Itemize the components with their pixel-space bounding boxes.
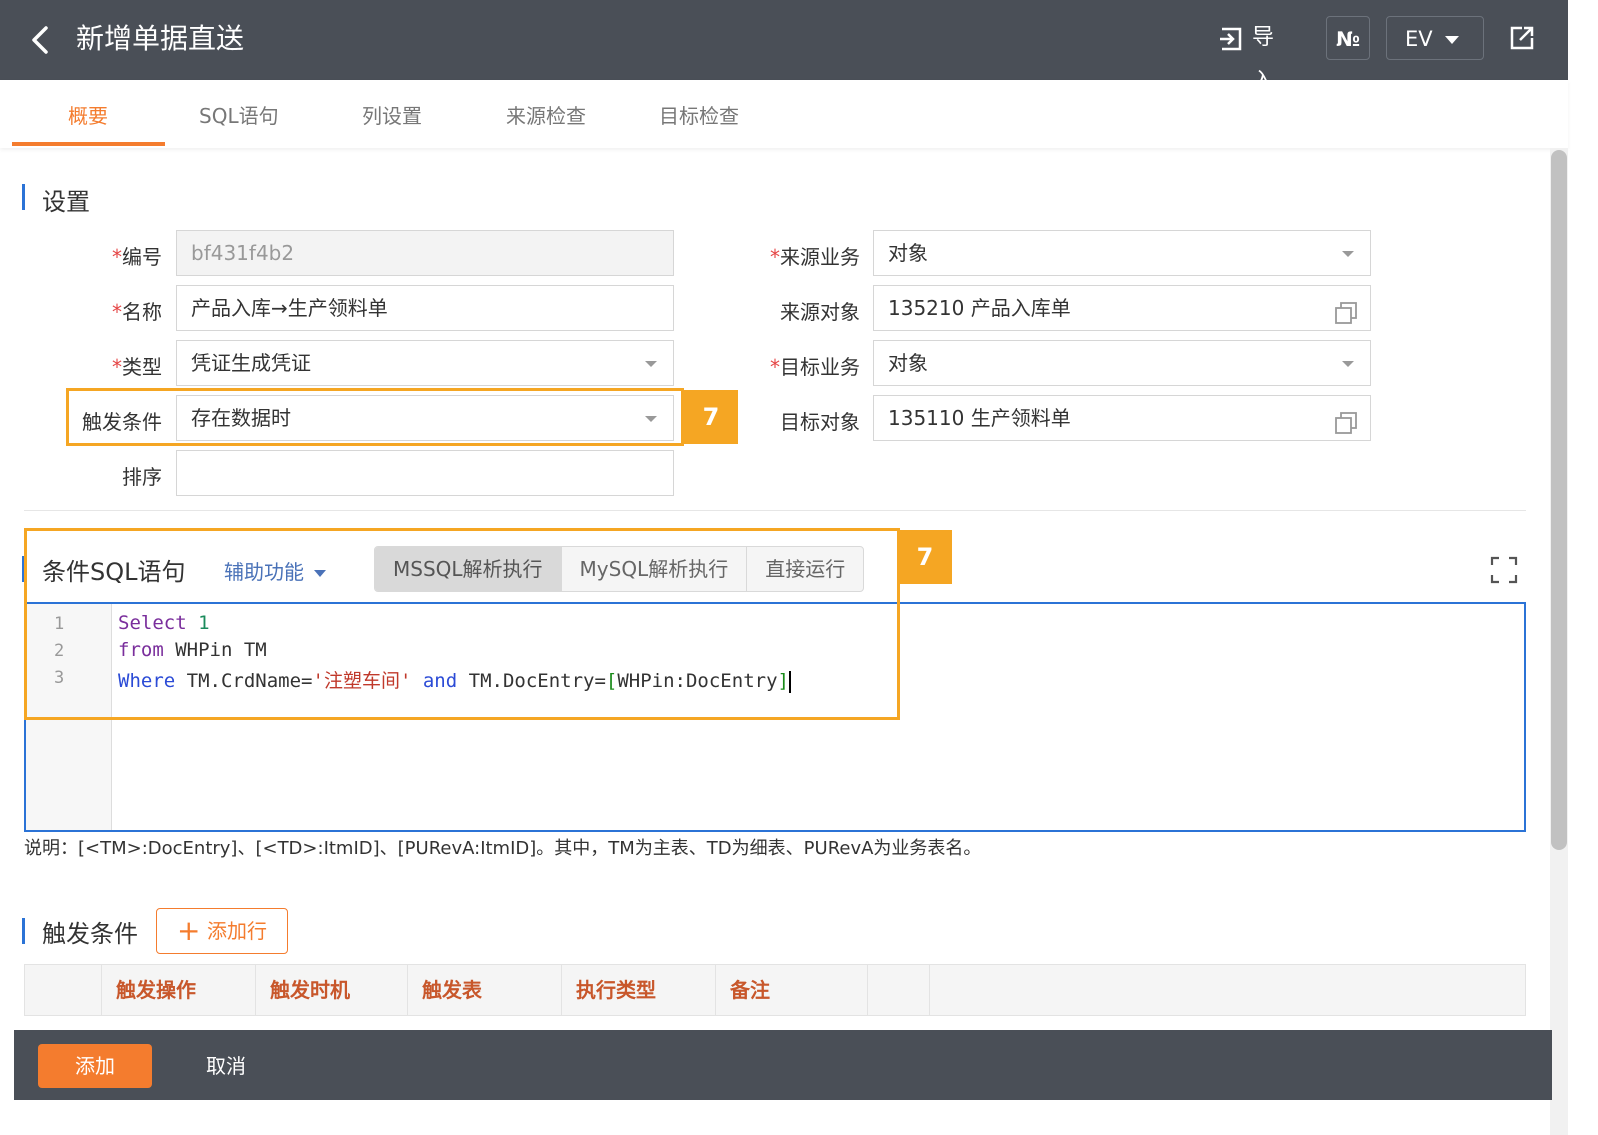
column-header[interactable]: 执行类型 bbox=[561, 965, 715, 1015]
type-select[interactable]: 凭证生成凭证 bbox=[176, 340, 674, 386]
order-label: 排序 bbox=[122, 465, 162, 489]
tab-columns[interactable]: 列设置 bbox=[362, 100, 422, 129]
section-marker bbox=[22, 184, 25, 210]
step-badge: 7 bbox=[684, 390, 738, 444]
dropdown-caret-icon bbox=[1342, 361, 1354, 367]
code-label: *编号 bbox=[112, 245, 162, 269]
add-row-button[interactable]: + 添加行 bbox=[156, 908, 288, 954]
sql-highlight-box bbox=[24, 528, 900, 720]
dropdown-caret-icon bbox=[645, 361, 657, 367]
add-button[interactable]: 添加 bbox=[38, 1044, 152, 1088]
source-biz-label: *来源业务 bbox=[770, 245, 860, 269]
tab-sql[interactable]: SQL语句 bbox=[199, 100, 279, 129]
tab-target-check[interactable]: 目标检查 bbox=[659, 100, 739, 129]
plus-icon: + bbox=[177, 914, 201, 947]
sql-note: 说明：[<TM>:DocEntry]、[<TD>:ItmID]、[PURevA:… bbox=[24, 838, 982, 859]
name-label: *名称 bbox=[112, 300, 162, 324]
back-arrow-icon[interactable] bbox=[26, 22, 56, 58]
tab-source-check[interactable]: 来源检查 bbox=[506, 100, 586, 129]
code-field: bf431f4b2 bbox=[176, 230, 674, 276]
external-link-icon bbox=[1510, 26, 1534, 50]
triggers-title: 触发条件 bbox=[42, 920, 138, 948]
target-obj-label: 目标对象 bbox=[780, 410, 860, 434]
column-header-empty bbox=[867, 965, 929, 1015]
target-biz-select[interactable]: 对象 bbox=[873, 340, 1371, 386]
source-biz-select[interactable]: 对象 bbox=[873, 230, 1371, 276]
source-obj-label: 来源对象 bbox=[780, 300, 860, 324]
share-button[interactable] bbox=[1506, 16, 1540, 60]
target-obj-value: 135110 生产领料单 bbox=[888, 406, 1071, 430]
column-header[interactable]: 触发操作 bbox=[101, 965, 255, 1015]
source-obj-field[interactable]: 135210 产品入库单 bbox=[873, 285, 1371, 331]
target-obj-field[interactable]: 135110 生产领料单 bbox=[873, 395, 1371, 441]
active-tab-indicator bbox=[12, 142, 165, 146]
triggers-table-header: 触发操作 触发时机 触发表 执行类型 备注 bbox=[24, 964, 1526, 1016]
import-icon bbox=[1220, 27, 1242, 51]
target-biz-label: *目标业务 bbox=[770, 355, 860, 379]
section-divider bbox=[24, 510, 1526, 511]
cancel-button[interactable]: 取消 bbox=[206, 1044, 246, 1088]
column-header[interactable]: 备注 bbox=[715, 965, 867, 1015]
dropdown-caret-icon bbox=[1342, 251, 1354, 257]
column-header[interactable]: 触发时机 bbox=[255, 965, 407, 1015]
fullscreen-icon[interactable] bbox=[1490, 556, 1518, 588]
trigger-highlight-box bbox=[66, 388, 684, 446]
column-header-empty bbox=[929, 965, 1525, 1015]
number-button[interactable]: № bbox=[1326, 16, 1370, 60]
ev-label: EV bbox=[1405, 27, 1433, 51]
column-header[interactable]: 触发表 bbox=[407, 965, 561, 1015]
step-badge: 7 bbox=[898, 530, 952, 584]
ev-dropdown[interactable]: EV bbox=[1386, 16, 1484, 60]
footer-bar: 添加 取消 bbox=[14, 1030, 1552, 1100]
tab-bar: 概要 SQL语句 列设置 来源检查 目标检查 bbox=[0, 80, 1568, 148]
copy-icon[interactable] bbox=[1334, 406, 1358, 450]
import-button[interactable]: 导入 bbox=[1214, 16, 1294, 94]
add-row-label: 添加行 bbox=[207, 919, 267, 943]
source-obj-value: 135210 产品入库单 bbox=[888, 296, 1071, 320]
scrollbar-thumb[interactable] bbox=[1551, 150, 1567, 850]
settings-title: 设置 bbox=[42, 188, 90, 216]
tab-overview[interactable]: 概要 bbox=[68, 100, 108, 129]
type-value: 凭证生成凭证 bbox=[191, 351, 311, 375]
type-label: *类型 bbox=[112, 355, 162, 379]
name-field[interactable]: 产品入库→生产领料单 bbox=[176, 285, 674, 331]
order-field[interactable] bbox=[176, 450, 674, 496]
section-marker bbox=[22, 918, 25, 944]
caret-down-icon bbox=[1445, 36, 1459, 44]
target-biz-value: 对象 bbox=[888, 351, 928, 375]
page-title: 新增单据直送 bbox=[76, 22, 245, 55]
source-biz-value: 对象 bbox=[888, 241, 928, 265]
copy-icon[interactable] bbox=[1334, 296, 1358, 340]
app-header: 新增单据直送 导入 № EV bbox=[0, 0, 1568, 94]
